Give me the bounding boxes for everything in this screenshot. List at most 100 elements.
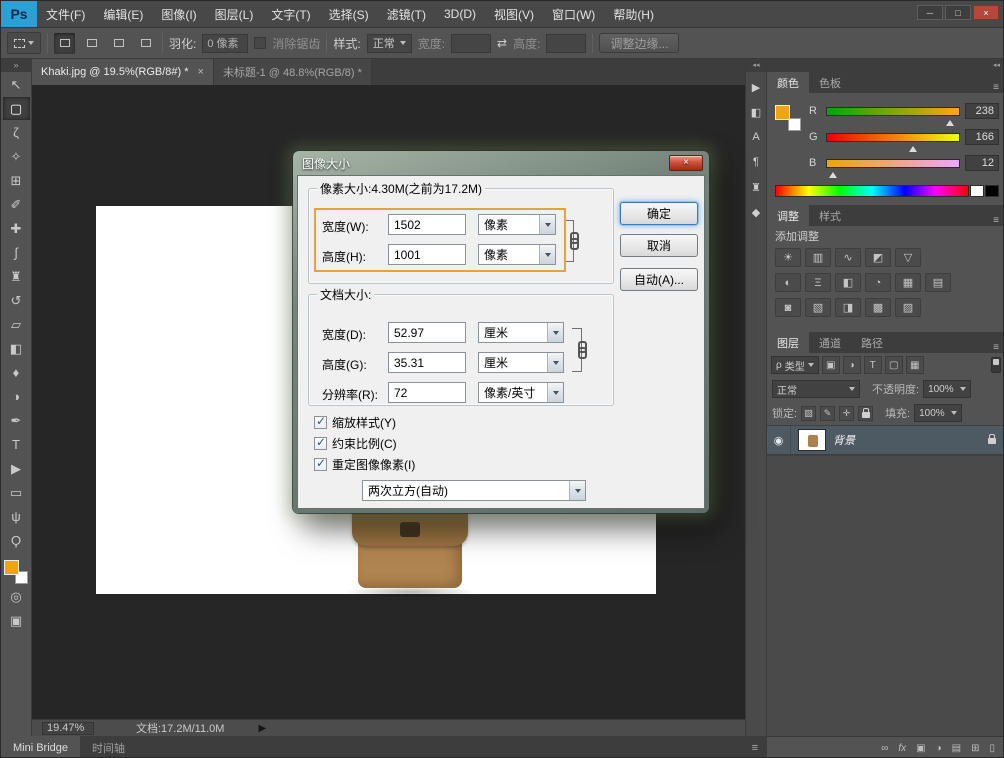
lock-all-icon[interactable] [858,406,873,421]
color-lookup-icon[interactable]: ▤ [925,273,951,292]
dodge-tool[interactable]: ◑ [3,385,30,408]
new-adjustment-layer-icon[interactable]: ◑ [936,743,942,754]
tab-styles[interactable]: 样式 [809,205,851,226]
properties-panel-icon[interactable]: ◧ [746,102,766,122]
smart-object-filter-icon[interactable]: ▦ [906,356,924,374]
ok-button[interactable]: 确定 [620,202,698,225]
tab-paths[interactable]: 路径 [851,332,893,353]
add-layer-mask-icon[interactable]: ▣ [916,743,925,754]
lock-position-icon[interactable]: ✛ [839,406,854,421]
menu-3d[interactable]: 3D(D) [435,1,485,27]
screen-mode-button[interactable]: ▣ [3,609,30,632]
blue-slider[interactable] [826,159,960,168]
red-slider[interactable] [826,107,960,116]
quick-mask-button[interactable]: ◎ [3,585,30,608]
type-layer-filter-icon[interactable]: T [864,356,882,374]
layer-thumbnail[interactable] [798,429,826,451]
history-brush-tool[interactable]: ↺ [3,289,30,312]
shape-layer-filter-icon[interactable]: ▢ [885,356,903,374]
opacity-input[interactable]: 100% [923,380,971,398]
blue-value[interactable]: 12 [965,155,999,171]
dialog-title-bar[interactable]: 图像大小 × [297,151,705,175]
foreground-background-swatches[interactable] [4,560,28,584]
doc-width-unit-select[interactable]: 厘米 [478,322,564,343]
scale-styles-checkbox[interactable]: 缩放样式(Y) [314,414,396,431]
green-slider[interactable] [826,133,960,142]
exposure-icon[interactable]: ◩ [865,248,891,267]
constrain-proportions-checkbox[interactable]: 约束比例(C) [314,435,397,452]
menu-select[interactable]: 选择(S) [320,1,378,27]
new-selection-button[interactable] [54,33,75,54]
character-panel-icon[interactable]: A [746,127,766,147]
new-layer-icon[interactable]: ⊞ [971,743,979,754]
tab-timeline[interactable]: 时间轴 [80,736,137,758]
color-balance-icon[interactable]: Ξ [805,273,831,292]
rectangular-marquee-tool[interactable]: ▢ [3,97,30,120]
auto-button[interactable]: 自动(A)... [620,268,698,291]
threshold-icon[interactable]: ◨ [835,298,861,317]
clone-source-panel-icon[interactable]: ♜ [746,177,766,197]
link-layers-icon[interactable]: ∞ [881,743,888,754]
red-value[interactable]: 238 [965,103,999,119]
tab-mini-bridge[interactable]: Mini Bridge [1,736,80,758]
color-spectrum-ramp[interactable] [775,185,969,197]
panel-menu-icon[interactable]: ≡ [993,215,1004,226]
vibrance-icon[interactable]: ▽ [895,248,921,267]
hand-tool[interactable]: ψ [3,505,30,528]
move-tool[interactable]: ↖ [3,73,30,96]
invert-icon[interactable]: ◙ [775,298,801,317]
subtract-from-selection-button[interactable] [108,33,129,54]
eyedropper-tool[interactable]: ✐ [3,193,30,216]
doc-height-unit-select[interactable]: 厘米 [478,352,564,373]
menu-layer[interactable]: 图层(L) [206,1,263,27]
tab-swatches[interactable]: 色板 [809,72,851,93]
lock-transparency-icon[interactable]: ▨ [801,406,816,421]
channel-mixer-icon[interactable]: ▦ [895,273,921,292]
foreground-background-swatches[interactable] [775,105,801,131]
tab-layers[interactable]: 图层 [767,332,809,353]
delete-layer-icon[interactable]: ▯ [989,743,995,754]
layer-filter-select[interactable]: ρ 类型 [771,356,819,374]
menu-file[interactable]: 文件(F) [37,1,94,27]
lasso-tool[interactable]: ζ [3,121,30,144]
black-swatch[interactable] [985,185,999,197]
white-swatch[interactable] [970,185,984,197]
layer-name[interactable]: 背景 [833,432,855,448]
height-input[interactable] [546,34,586,53]
foreground-color-swatch[interactable] [775,105,790,120]
gradient-map-icon[interactable]: ▩ [865,298,891,317]
tool-preset-dropdown[interactable] [7,32,41,54]
foreground-color-swatch[interactable] [4,560,19,575]
restore-button[interactable]: □ [945,5,971,20]
layer-effects-icon[interactable]: fx [898,743,906,754]
swap-dimensions-icon[interactable]: ⇄ [497,36,507,50]
menu-filter[interactable]: 滤镜(T) [378,1,435,27]
panel-menu-icon[interactable]: ≡ [752,736,767,758]
menu-window[interactable]: 窗口(W) [543,1,604,27]
brightness-contrast-icon[interactable]: ☀ [775,248,801,267]
resample-method-select[interactable]: 两次立方(自动) [362,480,586,501]
pixel-layer-filter-icon[interactable]: ▣ [822,356,840,374]
type-tool[interactable]: T [3,433,30,456]
dock-collapse-icon[interactable]: ◂◂ [767,59,1004,72]
blur-tool[interactable]: ♦ [3,361,30,384]
feather-input[interactable]: 0 像素 [202,34,248,53]
status-menu-arrow-icon[interactable]: ▶ [258,723,266,734]
black-white-icon[interactable]: ◧ [835,273,861,292]
green-slider-thumb[interactable] [909,142,917,152]
selective-color-icon[interactable]: ▨ [895,298,921,317]
doc-width-input[interactable] [388,322,466,343]
menu-type[interactable]: 文字(T) [262,1,319,27]
menu-help[interactable]: 帮助(H) [604,1,663,27]
clone-stamp-tool[interactable]: ♜ [3,265,30,288]
style-select[interactable]: 正常 [367,34,412,53]
posterize-icon[interactable]: ▧ [805,298,831,317]
levels-icon[interactable]: ▥ [805,248,831,267]
pen-tool[interactable]: ✒ [3,409,30,432]
new-group-icon[interactable]: ▤ [952,743,961,754]
eraser-tool[interactable]: ▱ [3,313,30,336]
layer-visibility-eye-icon[interactable]: ◉ [767,426,791,454]
close-button[interactable]: × [973,5,999,20]
tab-close-icon[interactable]: × [198,66,204,78]
intersect-selection-button[interactable] [135,33,156,54]
